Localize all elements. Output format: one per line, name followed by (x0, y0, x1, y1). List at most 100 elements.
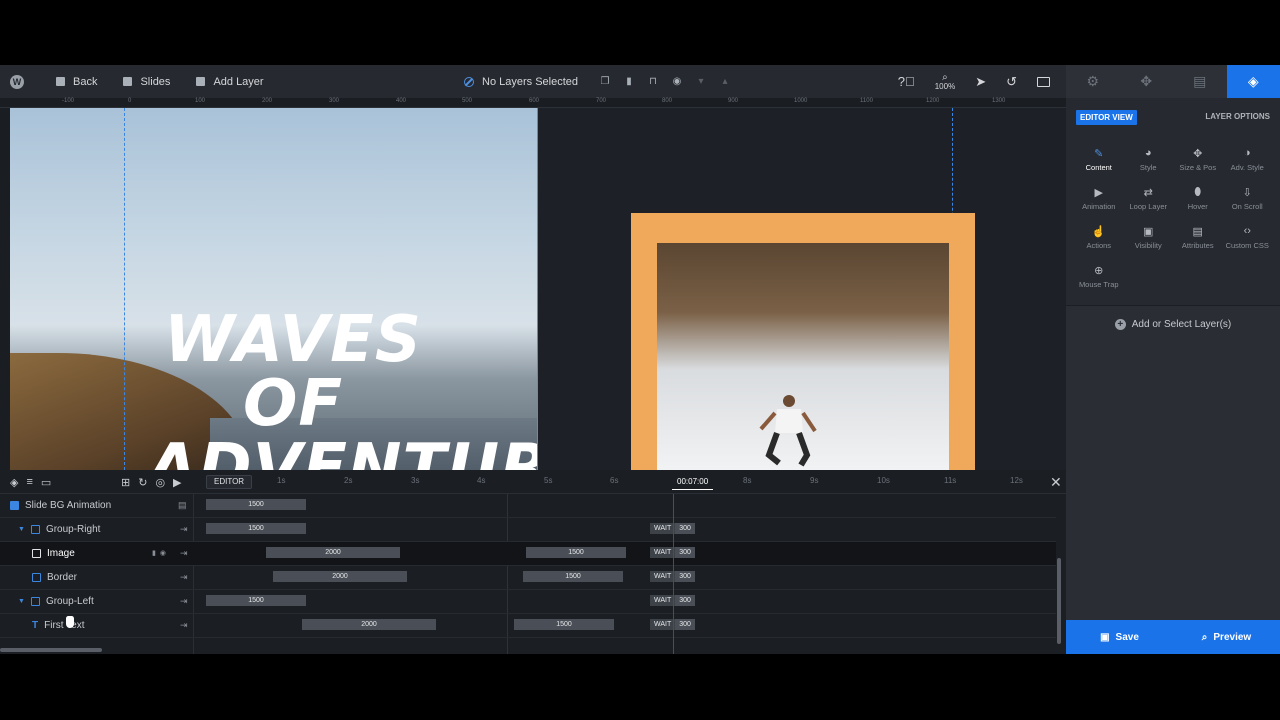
animation-bar[interactable]: 1500 (206, 595, 306, 606)
refresh-icon[interactable]: ↻ (138, 476, 147, 489)
timeline-row[interactable]: ▼ Group-Left ⇥ 1500 WAIT 300 (0, 590, 1056, 614)
pin-icon[interactable]: ⇥ (180, 572, 188, 583)
option-label: On Scroll (1231, 202, 1263, 211)
ruler-label: 100 (195, 98, 206, 104)
no-layer-icon (464, 76, 474, 87)
pointer-icon[interactable]: ➤ (975, 74, 986, 90)
desktop-icon[interactable] (1037, 76, 1050, 87)
wordpress-button[interactable]: W (0, 65, 34, 98)
play-icon[interactable]: ▶ (173, 476, 181, 489)
ruler-label: 800 (662, 98, 673, 104)
slide-canvas[interactable]: Waves of Adventure (10, 108, 1066, 470)
close-icon[interactable]: ✕ (1050, 474, 1062, 491)
slides-button[interactable]: Slides (113, 65, 180, 98)
lock-icon[interactable]: ⊓ (648, 76, 658, 87)
add-layer-button[interactable]: Add Layer (186, 65, 273, 98)
add-layer-label: Add Layer (213, 75, 264, 88)
option-mouse-trap[interactable]: ⊕ Mouse Trap (1074, 264, 1124, 289)
vertical-scrollbar[interactable] (1057, 558, 1061, 644)
toolbar-right: ?⃝ ⌕ 100% ➤ ↺ (898, 65, 1050, 98)
animation-bar[interactable]: 1500 (206, 523, 306, 534)
animation-bar[interactable]: 1500 (514, 619, 614, 630)
wait-label: WAIT (650, 547, 676, 558)
caret-down-icon[interactable]: ▼ (18, 526, 25, 533)
animation-bar[interactable]: 1500 (526, 547, 626, 558)
animation-bar[interactable]: 2000 (302, 619, 436, 630)
pin-icon[interactable]: ⇥ (180, 524, 188, 535)
row-name: T First Text (32, 620, 85, 631)
headline-text[interactable]: Waves of Adventure (148, 308, 537, 470)
pin-icon[interactable]: ⇥ (180, 620, 188, 631)
ruler-label: 600 (529, 98, 540, 104)
undo-icon[interactable]: ↺ (1006, 74, 1017, 90)
target-icon[interactable]: ◎ (155, 476, 165, 489)
option-attributes[interactable]: ▤ Attributes (1173, 225, 1223, 250)
caret-down-icon[interactable]: ▼ (18, 598, 25, 605)
option-adv-style[interactable]: ◑ Adv. Style (1223, 147, 1273, 172)
option-content[interactable]: ✎ Content (1074, 147, 1124, 172)
scroll-icon: ⇩ (1242, 187, 1252, 199)
animation-bar[interactable]: 1500 (523, 571, 623, 582)
layers-icon[interactable]: ◈ (1226, 65, 1280, 98)
horizontal-scrollbar[interactable] (0, 648, 102, 652)
layers-icon[interactable]: ◈ (10, 476, 18, 489)
search-icon: ⌕ (1201, 631, 1208, 643)
ruler-label: 1000 (794, 98, 808, 104)
timeline-row-selected[interactable]: Image ▮◉ ⇥ 2000 1500 WAIT 300 (0, 542, 1056, 566)
navigation-icon[interactable]: ✥ (1120, 65, 1174, 98)
timeline-row[interactable]: ▼ Group-Right ⇥ 1500 WAIT 300 (0, 518, 1056, 542)
time-tick: 10s (877, 476, 890, 485)
chevron-up-icon[interactable]: ▴ (720, 76, 730, 87)
editor-view-badge[interactable]: EDITOR VIEW (1076, 110, 1137, 125)
option-visibility[interactable]: ▣ Visibility (1124, 225, 1174, 250)
row-tools[interactable]: ▮◉ (152, 549, 170, 557)
back-button[interactable]: Back (46, 65, 107, 98)
list-icon[interactable]: ≡ (26, 476, 32, 489)
duplicate-icon[interactable]: ❐ (600, 76, 610, 87)
code-icon: ‹› (1243, 225, 1251, 237)
animation-bar[interactable]: 1500 (206, 499, 306, 510)
ruler-label: 300 (329, 98, 340, 104)
animation-bar[interactable]: 2000 (273, 571, 407, 582)
option-animation[interactable]: ▶ Animation (1074, 186, 1124, 211)
settings-icon[interactable]: ⚙ (1066, 65, 1120, 98)
add-select-layer[interactable]: + Add or Select Layer(s) (1066, 319, 1280, 330)
playhead[interactable] (673, 494, 674, 654)
guide-line-left[interactable] (124, 108, 125, 470)
pin-icon[interactable]: ⇥ (180, 596, 188, 607)
folder-icon[interactable]: ▭ (41, 476, 51, 489)
zoom-control[interactable]: ⌕ 100% (935, 72, 955, 91)
wait-label: WAIT (650, 595, 676, 606)
option-actions[interactable]: ☝ Actions (1074, 225, 1124, 250)
chevron-down-icon[interactable]: ▾ (696, 76, 706, 87)
animation-bar[interactable]: 2000 (266, 547, 400, 558)
option-loop-layer[interactable]: ⇄ Loop Layer (1124, 186, 1174, 211)
image-layer[interactable] (657, 243, 949, 470)
background-icon[interactable]: ▤ (178, 500, 187, 511)
timeline-control-icons: ⊞ ↻ ◎ ▶ (121, 476, 182, 489)
eye-icon[interactable]: ◉ (672, 76, 682, 87)
help-icon[interactable]: ?⃝ (898, 74, 915, 89)
ruler-label: 1100 (860, 98, 873, 104)
option-hover[interactable]: ⬮ Hover (1173, 186, 1223, 211)
option-size-pos[interactable]: ✥ Size & Pos (1173, 147, 1223, 172)
timeline-row[interactable]: Slide BG Animation ▤ 1500 (0, 494, 1056, 518)
time-tick: 11s (944, 476, 957, 485)
trash-icon[interactable]: ▮ (624, 76, 634, 87)
option-custom-css[interactable]: ‹› Custom CSS (1223, 225, 1273, 250)
media-icon[interactable]: ▤ (1173, 65, 1227, 98)
current-time[interactable]: 00:07:00 (672, 474, 714, 490)
grid-icon[interactable]: ⊞ (121, 476, 130, 489)
timeline-row[interactable]: T First Text ⇥ 2000 1500 WAIT 300 (0, 614, 1056, 638)
pin-icon[interactable]: ⇥ (180, 548, 188, 559)
option-style[interactable]: ◕ Style (1124, 147, 1174, 172)
background-photo[interactable]: Waves of Adventure (10, 108, 538, 470)
wait-label: WAIT (650, 523, 676, 534)
save-icon: ▣ (1100, 631, 1110, 643)
timeline-row[interactable]: Border ⇥ 2000 1500 WAIT 300 (0, 566, 1056, 590)
slides-label: Slides (140, 75, 171, 88)
option-on-scroll[interactable]: ⇩ On Scroll (1223, 186, 1273, 211)
preview-button[interactable]: ⌕ Preview (1173, 620, 1280, 654)
editor-tag[interactable]: EDITOR (206, 475, 253, 489)
save-button[interactable]: ▣ Save (1066, 620, 1173, 654)
